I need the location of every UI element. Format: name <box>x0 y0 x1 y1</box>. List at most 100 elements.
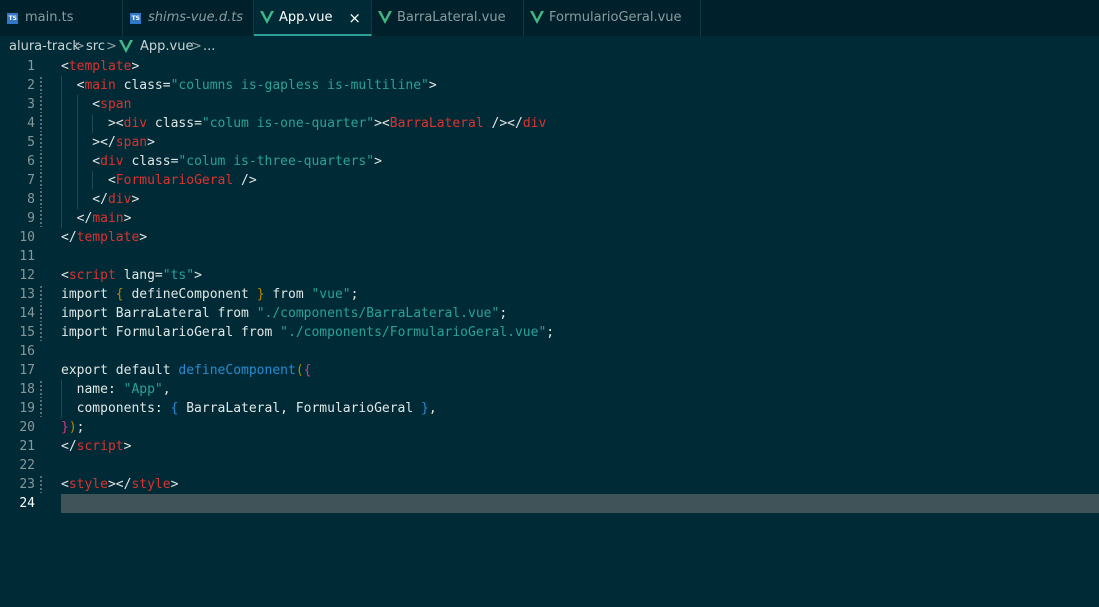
code-token: script <box>68 268 116 283</box>
code-token: div <box>107 192 132 207</box>
breadcrumb-item-alura-track[interactable]: alura-track <box>9 36 80 57</box>
breadcrumb-item-ellipsis[interactable]: ... <box>203 36 215 57</box>
tab-label: main.ts <box>25 10 74 25</box>
line-number: 7 <box>27 173 35 188</box>
code-line[interactable]: 7 <FormularioGeral /> <box>0 171 1099 190</box>
line-number: 13 <box>19 287 35 302</box>
line-number: 24 <box>19 496 35 511</box>
code-token: export default <box>61 363 179 378</box>
code-editor[interactable]: 1 <template> 2 <main class="columns is-gap… <box>0 57 1099 607</box>
chevron-right-icon: > <box>106 39 117 54</box>
code-line[interactable]: 2 <main class="columns is-gapless is-mul… <box>0 76 1099 95</box>
chevron-right-icon: > <box>191 39 202 54</box>
code-text: ><div class="colum is-one-quarter"><Barr… <box>61 114 546 133</box>
code-text: components: { BarraLateral, FormularioGe… <box>61 399 437 418</box>
code-token: ; <box>350 287 359 302</box>
code-token: </ <box>61 192 108 207</box>
line-number: 4 <box>27 116 35 131</box>
tab-app-vue[interactable]: App.vue × <box>254 0 372 36</box>
line-number: 8 <box>27 192 35 207</box>
code-token: "columns is-gapless is-multiline" <box>170 78 429 93</box>
code-token: class= <box>123 154 179 169</box>
code-token: "vue" <box>311 287 351 302</box>
line-number: 10 <box>19 230 35 245</box>
code-token: ></ <box>107 477 132 492</box>
code-text: import { defineComponent } from "vue"; <box>61 285 358 304</box>
code-token: main <box>84 78 116 93</box>
tab-shims-vue-d-ts[interactable]: TS shims-vue.d.ts <box>123 0 254 36</box>
code-line[interactable]: 20}); <box>0 418 1099 437</box>
code-line[interactable]: 5 ></span> <box>0 133 1099 152</box>
code-token: < <box>61 173 116 188</box>
code-token: ) <box>68 420 77 435</box>
code-token: > <box>428 78 437 93</box>
vue-icon <box>119 40 133 53</box>
code-line[interactable]: 8 </div> <box>0 190 1099 209</box>
code-line[interactable]: 1 <template> <box>0 57 1099 76</box>
code-line[interactable]: 6 <div class="colum is-three-quarters"> <box>0 152 1099 171</box>
code-token: < <box>61 59 69 74</box>
code-token: "./components/FormularioGeral.vue" <box>280 325 547 340</box>
code-line[interactable]: 14 import BarraLateral from "./components… <box>0 304 1099 323</box>
vue-icon <box>378 11 392 24</box>
code-token: lang= <box>115 268 163 283</box>
git-modified-marker <box>40 324 42 341</box>
code-token: defineComponent <box>178 363 296 378</box>
code-token: main <box>92 211 124 226</box>
close-icon[interactable]: × <box>348 0 361 36</box>
code-token: FormularioGeral <box>115 325 234 340</box>
code-line[interactable]: 13 import { defineComponent } from "vue"; <box>0 285 1099 304</box>
code-text: <script lang="ts"> <box>61 266 202 285</box>
code-line[interactable]: 22 <box>0 456 1099 475</box>
line-number: 9 <box>27 211 35 226</box>
git-modified-marker <box>40 153 42 170</box>
line-number: 20 <box>19 420 35 435</box>
tab-barralateral-vue[interactable]: BarraLateral.vue <box>372 0 524 36</box>
breadcrumb-item-src[interactable]: src <box>86 36 105 57</box>
tab-label: App.vue <box>279 10 333 25</box>
code-line[interactable]: 10 </template> <box>0 228 1099 247</box>
git-modified-marker <box>40 400 42 417</box>
code-line[interactable]: 23 <style></style> <box>0 475 1099 494</box>
code-text: import FormularioGeral from "./component… <box>61 323 554 342</box>
breadcrumb-item-app-vue[interactable]: App.vue <box>140 36 193 57</box>
code-token: > <box>170 477 179 492</box>
code-line[interactable]: 3 <span <box>0 95 1099 114</box>
tab-main-ts[interactable]: TS main.ts <box>0 0 123 36</box>
code-token: from <box>209 306 257 321</box>
git-modified-marker <box>40 191 42 208</box>
code-text: name: "App", <box>61 380 171 399</box>
code-line[interactable]: 9 </main> <box>0 209 1099 228</box>
code-line[interactable]: 15 import FormularioGeral from "./compone… <box>0 323 1099 342</box>
code-token: import <box>61 287 116 302</box>
code-token: } <box>256 287 265 302</box>
code-line[interactable]: 11 <box>0 247 1099 266</box>
code-token: style <box>131 477 171 492</box>
code-token: template <box>76 230 140 245</box>
git-modified-marker <box>40 286 42 303</box>
code-line[interactable]: 19 components: { BarraLateral, Formulari… <box>0 399 1099 418</box>
code-token: , <box>162 382 171 397</box>
tab-label: shims-vue.d.ts <box>148 10 244 25</box>
code-token: ; <box>546 325 555 340</box>
git-modified-marker <box>40 476 42 493</box>
code-line[interactable]: 12 <script lang="ts"> <box>0 266 1099 285</box>
line-number: 21 <box>19 439 35 454</box>
code-line[interactable]: 17 export default defineComponent({ <box>0 361 1099 380</box>
line-number: 23 <box>19 477 35 492</box>
tab-formulariogeral-vue[interactable]: FormularioGeral.vue <box>524 0 701 36</box>
code-line[interactable]: 24 <box>0 494 1099 513</box>
code-token: script <box>76 439 124 454</box>
code-line[interactable]: 16 <box>0 342 1099 361</box>
code-token: div <box>100 154 124 169</box>
code-token: name: <box>61 382 124 397</box>
code-line[interactable]: 21 </script> <box>0 437 1099 456</box>
line-number: 22 <box>19 458 35 473</box>
code-token: > <box>194 268 202 283</box>
code-token: ></ <box>61 135 116 150</box>
code-line[interactable]: 18 name: "App", <box>0 380 1099 399</box>
code-token: style <box>68 477 108 492</box>
code-line[interactable]: 4 ><div class="colum is-one-quarter"><Ba… <box>0 114 1099 133</box>
code-token: import <box>61 325 116 340</box>
code-token: > <box>374 154 382 169</box>
